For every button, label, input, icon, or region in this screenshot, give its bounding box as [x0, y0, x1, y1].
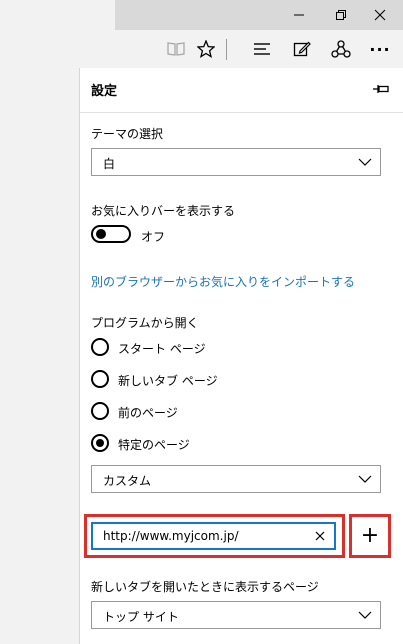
radio-button-selected[interactable]	[91, 434, 109, 452]
favorite-star-icon	[197, 40, 215, 58]
url-input-value: http://www.myjcom.jp/	[103, 529, 239, 543]
add-page-button[interactable]: +	[353, 520, 387, 552]
plus-icon: +	[360, 523, 380, 548]
minimize-icon	[294, 14, 304, 16]
open-with-label: プログラムから開く	[91, 316, 199, 330]
url-input[interactable]: http://www.myjcom.jp/	[91, 522, 336, 550]
toolbar-separator	[226, 39, 227, 60]
chevron-down-icon	[358, 158, 372, 166]
favbar-toggle[interactable]	[91, 225, 131, 243]
hub-icon	[254, 43, 270, 55]
pin-icon	[373, 85, 389, 93]
radio-label: スタート ページ	[118, 342, 206, 356]
toolbar: ···	[0, 30, 403, 68]
radio-button[interactable]	[91, 402, 109, 420]
newtab-select[interactable]: トップ サイト	[91, 601, 381, 629]
chevron-down-icon	[358, 475, 372, 483]
settings-title: 設定	[91, 84, 118, 99]
radio-label: 前のページ	[118, 406, 178, 420]
share-icon	[331, 40, 351, 58]
close-window-button[interactable]	[357, 0, 403, 30]
web-note-button[interactable]	[284, 30, 320, 68]
specific-page-select[interactable]: カスタム	[91, 465, 381, 493]
pin-button[interactable]	[370, 79, 392, 99]
minimize-button[interactable]	[276, 0, 322, 30]
theme-label: テーマの選択	[91, 127, 164, 141]
more-button[interactable]: ···	[362, 30, 398, 68]
favorite-button[interactable]	[188, 30, 224, 68]
favbar-toggle-state: オフ	[141, 230, 166, 244]
reading-view-icon	[167, 42, 185, 56]
chevron-down-icon	[358, 611, 372, 619]
radio-label: 特定のページ	[118, 438, 190, 452]
web-note-icon	[293, 41, 311, 57]
radio-button[interactable]	[91, 370, 109, 388]
favbar-label: お気に入りバーを表示する	[91, 204, 236, 218]
radio-dot	[96, 439, 104, 447]
import-favorites-link[interactable]: 別のブラウザーからお気に入りをインポートする	[91, 273, 355, 290]
share-button[interactable]	[323, 30, 359, 68]
hub-button[interactable]	[244, 30, 280, 68]
radio-label: 新しいタブ ページ	[118, 374, 218, 388]
settings-header: 設定	[80, 68, 403, 113]
newtab-select-value: トップ サイト	[103, 610, 179, 624]
title-bar	[0, 0, 403, 30]
radio-button[interactable]	[91, 338, 109, 356]
settings-panel: 設定 テーマの選択 白 お気に入りバーを表示する オフ 別のブラウザーからお気に…	[79, 68, 403, 644]
more-icon: ···	[369, 39, 391, 59]
theme-select-value: 白	[103, 157, 116, 171]
clear-icon[interactable]	[314, 530, 326, 542]
restore-icon	[336, 10, 346, 20]
theme-select[interactable]: 白	[91, 148, 381, 176]
close-icon	[374, 9, 386, 21]
specific-page-select-value: カスタム	[103, 474, 152, 488]
newtab-label: 新しいタブを開いたときに表示するページ	[91, 580, 319, 594]
toggle-knob	[96, 229, 106, 239]
